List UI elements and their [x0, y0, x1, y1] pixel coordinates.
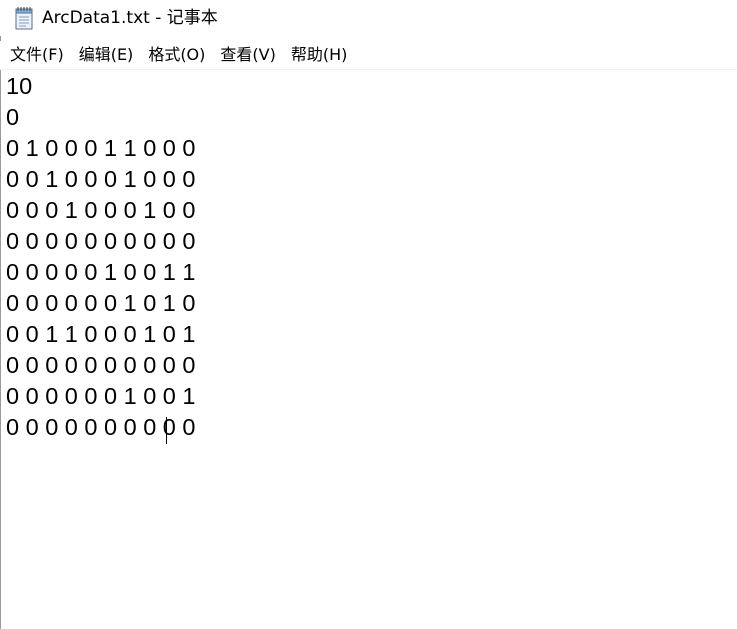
- text-line: 10: [6, 73, 33, 99]
- text-line: 0 0 1 1 0 0 0 1 0 1: [6, 321, 196, 347]
- text-editor[interactable]: 10 0 0 1 0 0 0 1 1 0 0 0 0 0 1 0 0 0 1 0…: [6, 71, 731, 629]
- text-line: 0 0 0 1 0 0 0 1 0 0: [6, 197, 196, 223]
- text-caret: [166, 417, 167, 444]
- text-line: 0 0 0 0 0 0 0 0 0 0: [6, 414, 196, 440]
- text-line: 0: [6, 104, 20, 130]
- menu-view[interactable]: 查看(V): [214, 43, 281, 67]
- notepad-window: ArcData1.txt - 记事本 文件(F) 编辑(E) 格式(O) 查看(…: [0, 0, 737, 629]
- window-left-border: [0, 0, 1, 629]
- text-line: 0 0 0 0 0 0 1 0 1 0: [6, 290, 196, 316]
- text-line: 0 0 0 0 0 0 0 0 0 0: [6, 228, 196, 254]
- notepad-icon: [13, 6, 35, 30]
- menu-file[interactable]: 文件(F): [4, 43, 70, 67]
- text-line: 0 0 1 0 0 0 1 0 0 0: [6, 166, 196, 192]
- menu-format[interactable]: 格式(O): [142, 43, 211, 67]
- menu-edit[interactable]: 编辑(E): [73, 43, 140, 67]
- window-title: ArcData1.txt - 记事本: [42, 8, 218, 28]
- menu-help[interactable]: 帮助(H): [285, 43, 354, 67]
- text-line: 0 0 0 0 0 0 1 0 0 1: [6, 383, 196, 409]
- menu-bar: 文件(F) 编辑(E) 格式(O) 查看(V) 帮助(H): [0, 41, 737, 70]
- text-line: 0 0 0 0 0 1 0 0 1 1: [6, 259, 196, 285]
- text-line: 0 0 0 0 0 0 0 0 0 0: [6, 352, 196, 378]
- text-line: 0 1 0 0 0 1 1 0 0 0: [6, 135, 196, 161]
- title-bar[interactable]: ArcData1.txt - 记事本: [0, 0, 737, 36]
